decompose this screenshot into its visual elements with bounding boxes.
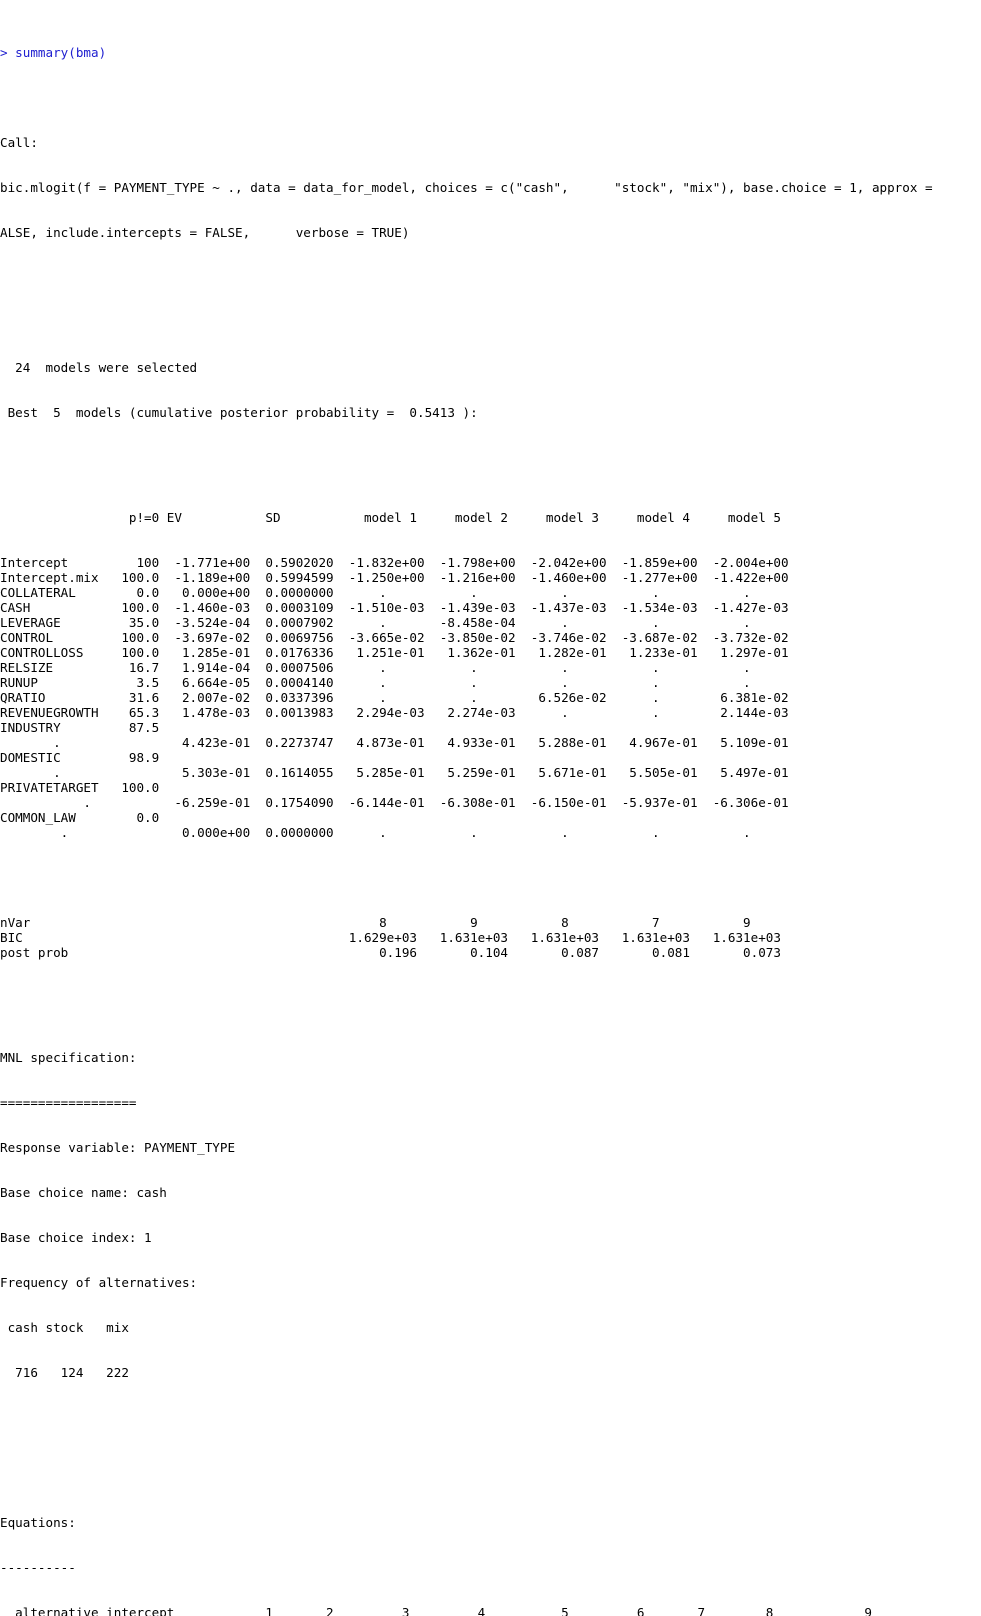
- table-row: LEVERAGE 35.0 -3.524e-04 0.0007902 . -8.…: [0, 615, 751, 630]
- table-row: COLLATERAL 0.0 0.000e+00 0.0000000 . . .…: [0, 585, 751, 600]
- mnl-title: MNL specification:: [0, 1050, 137, 1065]
- mnl-base-choice-index: Base choice index: 1: [0, 1230, 152, 1245]
- table-row: INDUSTRY 87.5: [0, 720, 160, 735]
- best-models-line: Best 5 models (cumulative posterior prob…: [0, 405, 478, 420]
- table-row-continuation: . 0.000e+00 0.0000000 . . . . .: [0, 825, 751, 840]
- table-row-continuation: . 4.423e-01 0.2273747 4.873e-01 4.933e-0…: [0, 735, 789, 750]
- table-row: Intercept 100 -1.771e+00 0.5902020 -1.83…: [0, 555, 789, 570]
- spacer-line: [0, 870, 981, 885]
- mnl-response-variable: Response variable: PAYMENT_TYPE: [0, 1140, 236, 1155]
- spacer-line: [0, 270, 981, 285]
- console-prompt-line: > summary(bma): [0, 45, 107, 60]
- table-footer-row: nVar 8 9 8 7 9: [0, 915, 751, 930]
- call-line-2: ALSE, include.intercepts = FALSE, verbos…: [0, 225, 410, 240]
- table-row: DOMESTIC 98.9: [0, 750, 160, 765]
- mnl-frequency-counts: 716 124 222: [0, 1365, 129, 1380]
- table-row: RUNUP 3.5 6.664e-05 0.0004140 . . . . .: [0, 675, 751, 690]
- table-row: CONTROL 100.0 -3.697e-02 0.0069756 -3.66…: [0, 630, 789, 645]
- models-selected-line: 24 models were selected: [0, 360, 198, 375]
- table-row: COMMON_LAW 0.0: [0, 810, 160, 825]
- mnl-rule: ==================: [0, 1095, 137, 1110]
- table-footer-row: BIC 1.629e+03 1.631e+03 1.631e+03 1.631e…: [0, 930, 781, 945]
- table-footer: nVar 8 9 8 7 9 BIC 1.629e+03 1.631e+03 1.…: [0, 915, 981, 960]
- table-row: RELSIZE 16.7 1.914e-04 0.0007506 . . . .…: [0, 660, 751, 675]
- table-header-row: p!=0 EV SD model 1 model 2 model 3 model…: [0, 510, 781, 525]
- call-line-1: bic.mlogit(f = PAYMENT_TYPE ~ ., data = …: [0, 180, 933, 195]
- r-console-output[interactable]: > summary(bma) Call: bic.mlogit(f = PAYM…: [0, 0, 981, 1616]
- spacer-line: [0, 90, 981, 105]
- equations-title: Equations:: [0, 1515, 76, 1530]
- table-body: Intercept 100 -1.771e+00 0.5902020 -1.83…: [0, 555, 981, 840]
- table-row: Intercept.mix 100.0 -1.189e+00 0.5994599…: [0, 570, 789, 585]
- mnl-frequency-names: cash stock mix: [0, 1320, 129, 1335]
- spacer-line: [0, 450, 981, 465]
- table-row-continuation: . 5.303e-01 0.1614055 5.285e-01 5.259e-0…: [0, 765, 789, 780]
- equations-rule: ----------: [0, 1560, 76, 1575]
- mnl-frequency-header: Frequency of alternatives:: [0, 1275, 198, 1290]
- table-row: REVENUEGROWTH 65.3 1.478e-03 0.0013983 2…: [0, 705, 789, 720]
- call-header: Call:: [0, 135, 38, 150]
- table-row: QRATIO 31.6 2.007e-02 0.0337396 . . 6.52…: [0, 690, 789, 705]
- table-row: PRIVATETARGET 100.0: [0, 780, 160, 795]
- table-row: CASH 100.0 -1.460e-03 0.0003109 -1.510e-…: [0, 600, 789, 615]
- spacer-line: [0, 1410, 981, 1425]
- mnl-base-choice-name: Base choice name: cash: [0, 1185, 167, 1200]
- spacer-line: [0, 1455, 981, 1470]
- spacer-line: [0, 315, 981, 330]
- spacer-line: [0, 1005, 981, 1020]
- equations-header: alternative intercept 1 2 3 4 5 6 7 8 9: [0, 1605, 872, 1616]
- table-row: CONTROLLOSS 100.0 1.285e-01 0.0176336 1.…: [0, 645, 789, 660]
- table-footer-row: post prob 0.196 0.104 0.087 0.081 0.073: [0, 945, 781, 960]
